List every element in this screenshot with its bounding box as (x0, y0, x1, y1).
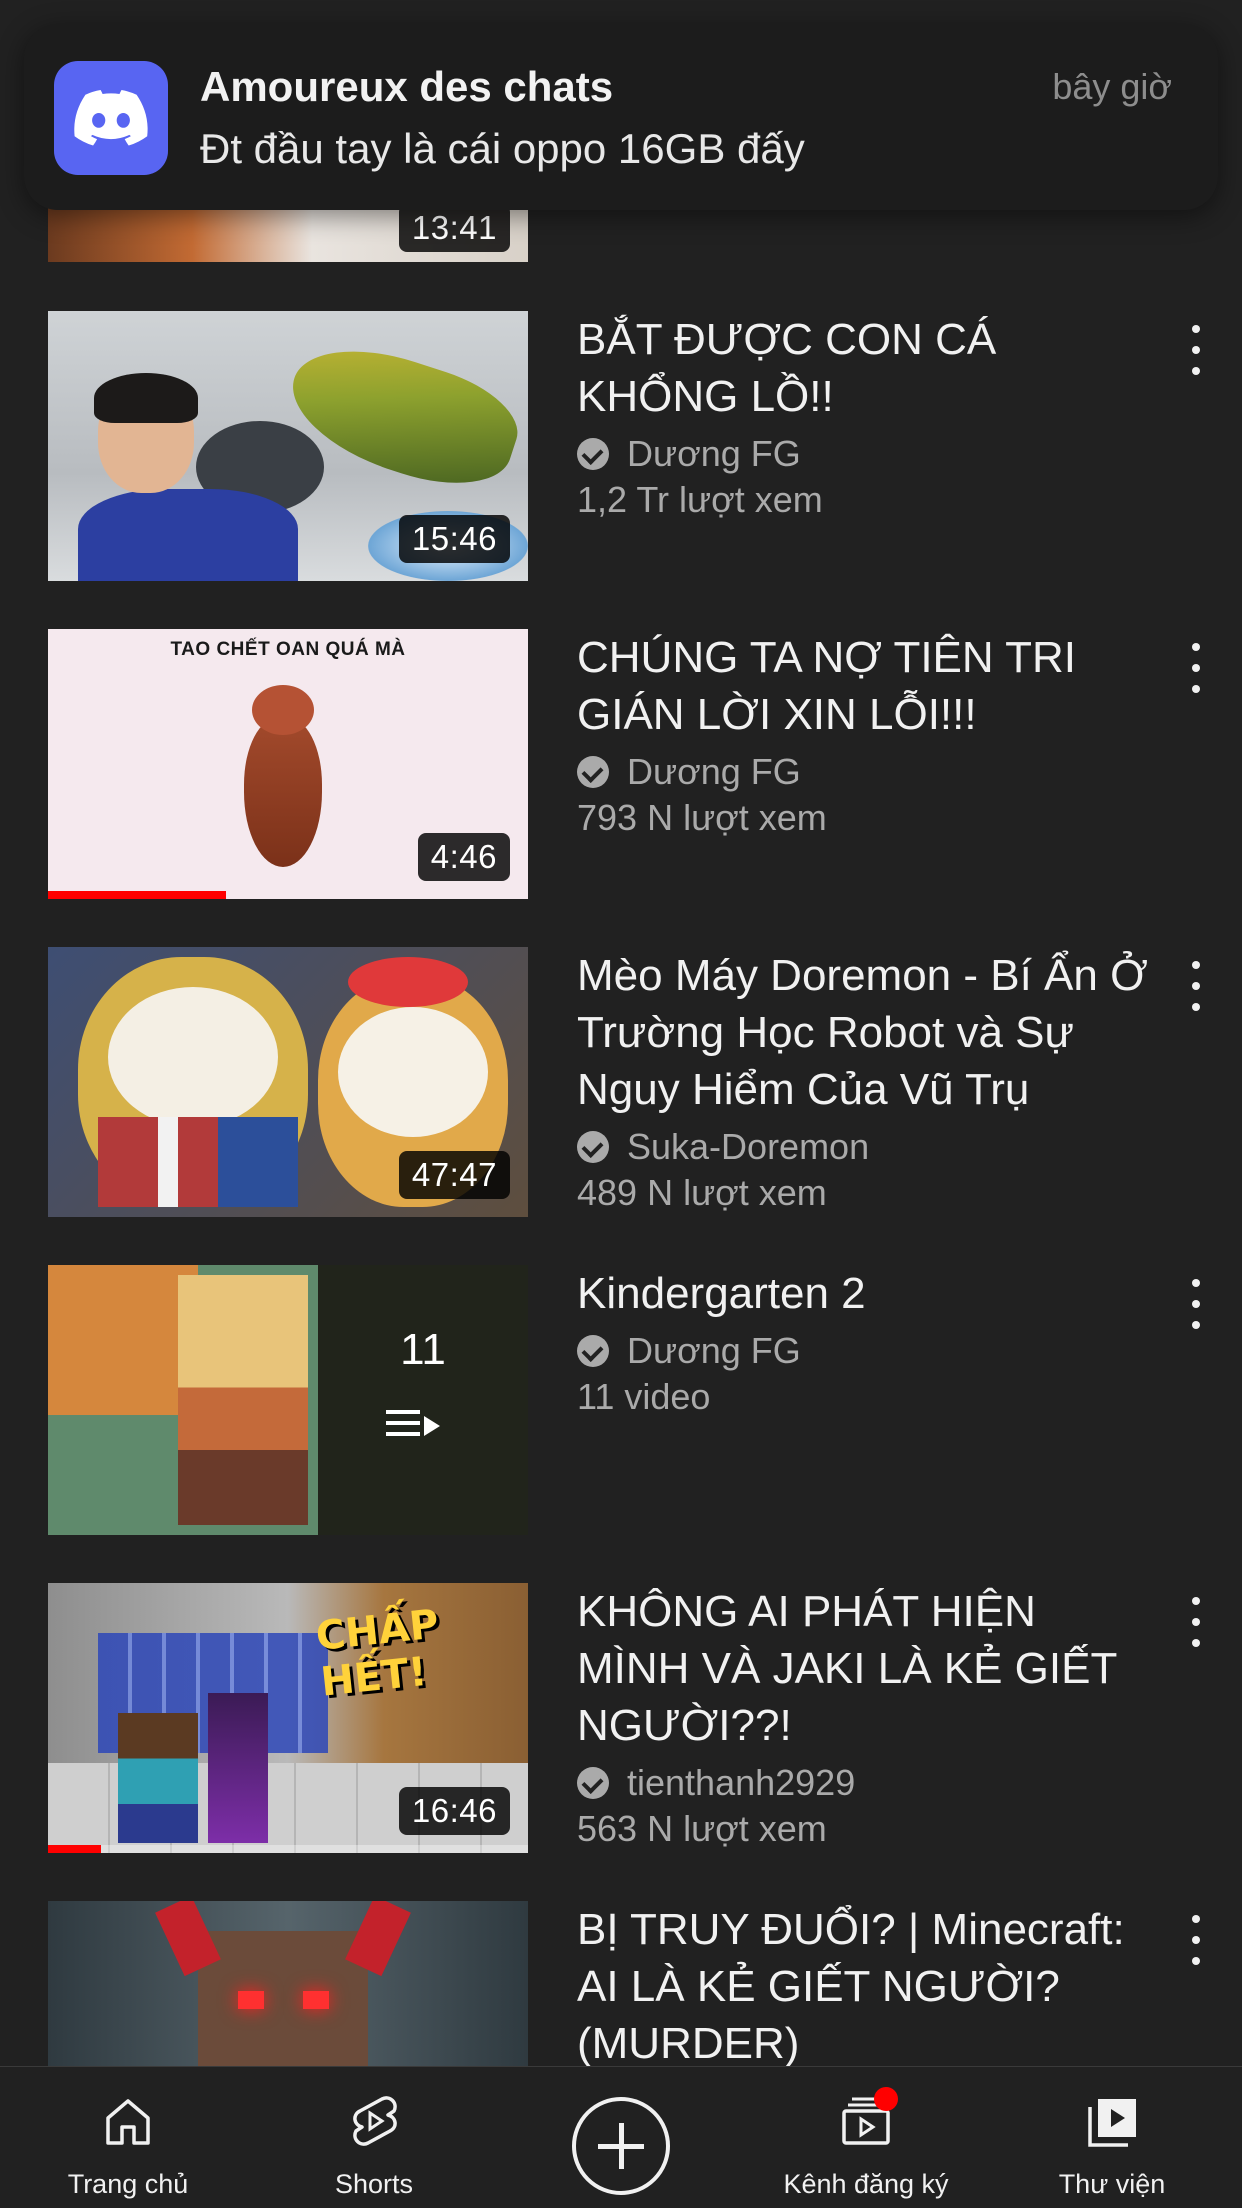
video-item[interactable]: TAO CHẾT OAN QUÁ MÀ 4:46 CHÚNG TA NỢ TIÊ… (0, 629, 1242, 899)
verified-icon (577, 1335, 609, 1367)
video-title[interactable]: BẮT ĐƯỢC CON CÁ KHỔNG LỒ!! (577, 311, 1157, 425)
nav-home[interactable]: Trang chủ (18, 2067, 238, 2208)
verified-icon (577, 1767, 609, 1799)
video-thumbnail[interactable]: CHẤP HẾT! 16:46 (48, 1583, 528, 1853)
video-title[interactable]: KHÔNG AI PHÁT HIỆN MÌNH VÀ JAKI LÀ KẺ GI… (577, 1583, 1157, 1754)
bottom-nav-bar: Trang chủ Shorts Kênh đăng ký Thư viện (0, 2066, 1242, 2208)
nav-library[interactable]: Thư viện (1002, 2067, 1222, 2208)
video-thumbnail[interactable] (48, 1901, 528, 2066)
watch-progress-bar (48, 891, 226, 899)
view-count: 793 N lượt xem (577, 797, 827, 838)
video-duration: 4:46 (417, 833, 510, 881)
verified-icon (577, 438, 609, 470)
notification-title: Amoureux des chats (200, 63, 614, 110)
video-thumbnail[interactable]: 47:47 (48, 947, 528, 1217)
view-count: 563 N lượt xem (577, 1808, 827, 1849)
nav-home-label: Trang chủ (67, 2169, 189, 2199)
thumbnail-caption: CHẤP HẾT! (313, 1601, 442, 1706)
nav-library-label: Thư viện (1058, 2169, 1166, 2199)
video-duration: 47:47 (398, 1151, 510, 1199)
channel-name[interactable]: Dương FG (627, 1328, 801, 1374)
channel-name[interactable]: Dương FG (627, 431, 801, 477)
playlist-title[interactable]: Kindergarten 2 (577, 1265, 1157, 1322)
shorts-icon (353, 2096, 397, 2146)
verified-icon (577, 756, 609, 788)
notification-message: Đt đầu tay là cái oppo 16GB đấy (200, 125, 805, 172)
more-options-icon[interactable] (1178, 325, 1214, 375)
discord-notification[interactable]: Amoureux des chats Đt đầu tay là cái opp… (24, 24, 1218, 210)
video-item[interactable]: 15:46 BẮT ĐƯỢC CON CÁ KHỔNG LỒ!! Dương F… (0, 311, 1242, 581)
video-title[interactable]: BỊ TRUY ĐUỔI? | Minecraft: AI LÀ KẺ GIẾT… (577, 1901, 1157, 2066)
playlist-count: 11 (400, 1325, 446, 1374)
more-options-icon[interactable] (1178, 961, 1214, 1011)
video-duration: 13:41 (398, 204, 510, 252)
playlist-thumbnail[interactable]: 11 (48, 1265, 528, 1535)
more-options-icon[interactable] (1178, 1915, 1214, 1965)
playlist-icon (386, 1410, 446, 1450)
video-item[interactable]: 47:47 Mèo Máy Doremon - Bí Ẩn Ở Trường H… (0, 947, 1242, 1217)
more-options-icon[interactable] (1178, 1279, 1214, 1329)
verified-icon (577, 1131, 609, 1163)
channel-name[interactable]: Dương FG (627, 749, 801, 795)
nav-subscriptions-label: Kênh đăng ký (783, 2169, 949, 2199)
channel-name[interactable]: tienthanh2929 (627, 1760, 855, 1806)
watch-progress-bar (48, 1845, 101, 1853)
video-title[interactable]: CHÚNG TA NỢ TIÊN TRI GIÁN LỜI XIN LỖI!!! (577, 629, 1157, 743)
video-thumbnail[interactable]: TAO CHẾT OAN QUÁ MÀ 4:46 (48, 629, 528, 899)
home-icon (106, 2099, 150, 2145)
library-icon (1088, 2099, 1136, 2147)
playlist-overlay (318, 1265, 528, 1535)
nav-subscriptions[interactable]: Kênh đăng ký (756, 2067, 976, 2208)
view-count: 489 N lượt xem (577, 1172, 827, 1213)
video-item[interactable]: BỊ TRUY ĐUỔI? | Minecraft: AI LÀ KẺ GIẾT… (0, 1901, 1242, 2066)
more-options-icon[interactable] (1178, 643, 1214, 693)
video-item[interactable]: CHẤP HẾT! 16:46 KHÔNG AI PHÁT HIỆN MÌNH … (0, 1583, 1242, 1853)
nav-shorts[interactable]: Shorts (264, 2067, 484, 2208)
create-button[interactable] (572, 2097, 670, 2195)
video-duration: 16:46 (398, 1787, 510, 1835)
watch-progress-track (48, 1845, 528, 1853)
thumbnail-caption: TAO CHẾT OAN QUÁ MÀ (170, 639, 406, 660)
notification-dot (874, 2087, 898, 2111)
notification-time: bây giờ (1052, 66, 1172, 107)
channel-name[interactable]: Suka-Doremon (627, 1124, 869, 1170)
playlist-item[interactable]: 11 Kindergarten 2 Dương FG 11 video (0, 1265, 1242, 1535)
discord-icon (54, 61, 168, 175)
video-feed[interactable]: 13:41 15:46 BẮT ĐƯỢC CON CÁ KHỔNG LỒ!! D… (0, 0, 1242, 2066)
video-title[interactable]: Mèo Máy Doremon - Bí Ẩn Ở Trường Học Rob… (577, 947, 1157, 1118)
video-thumbnail[interactable]: 15:46 (48, 311, 528, 581)
nav-shorts-label: Shorts (334, 2169, 414, 2199)
video-duration: 15:46 (398, 515, 510, 563)
video-count: 11 video (577, 1376, 711, 1417)
more-options-icon[interactable] (1178, 1597, 1214, 1647)
view-count: 1,2 Tr lượt xem (577, 479, 823, 520)
